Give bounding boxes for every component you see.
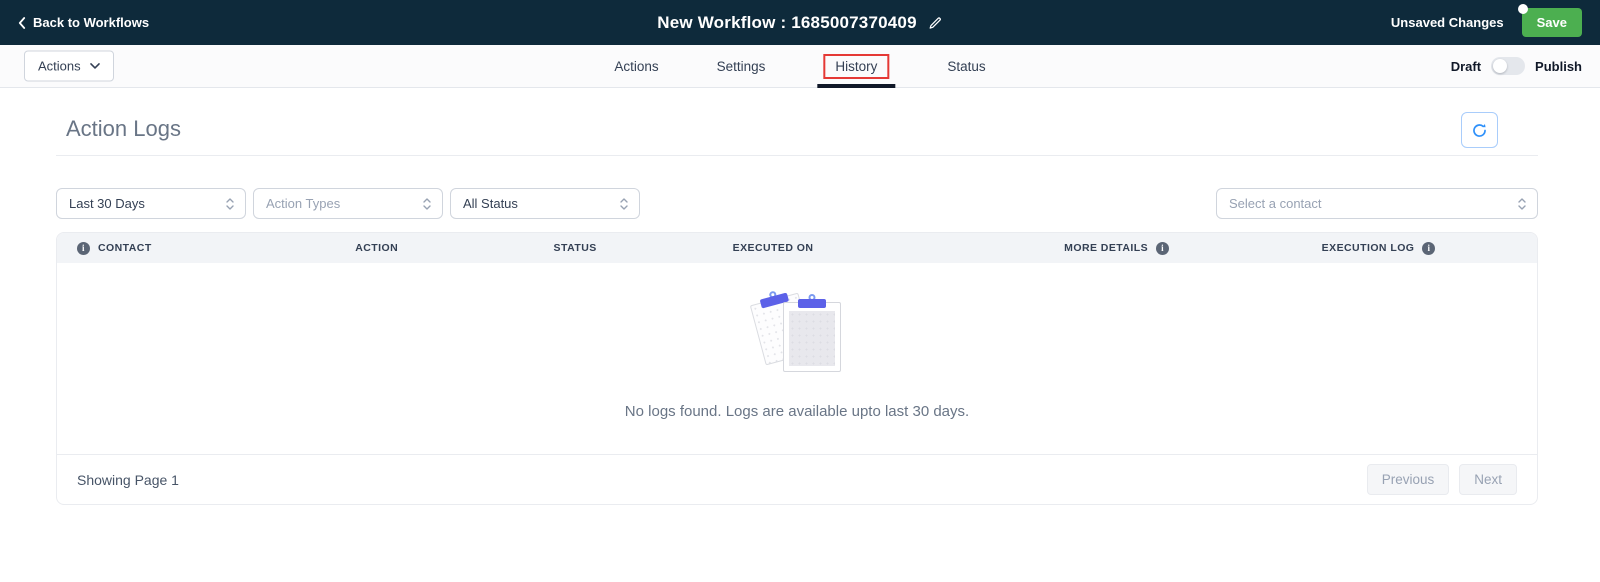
column-execution-log-label: EXECUTION LOG bbox=[1321, 242, 1415, 254]
column-executed-on: EXECUTED ON bbox=[713, 242, 1045, 254]
clipboard-pad bbox=[789, 311, 835, 366]
table-footer: Showing Page 1 Previous Next bbox=[57, 454, 1537, 504]
date-range-value: Last 30 Days bbox=[69, 196, 145, 211]
workflow-tabs: Actions Settings History Status bbox=[614, 45, 986, 88]
stepper-icon bbox=[423, 197, 431, 210]
empty-clipboards-illustration bbox=[747, 284, 847, 372]
draft-label: Draft bbox=[1450, 58, 1482, 74]
tab-actions[interactable]: Actions bbox=[614, 59, 658, 74]
heading-divider bbox=[56, 155, 1538, 156]
back-to-workflows-link[interactable]: Back to Workflows bbox=[18, 15, 149, 30]
pagination-buttons: Previous Next bbox=[1366, 464, 1517, 495]
unsaved-dot-indicator bbox=[1517, 4, 1528, 14]
column-execution-log: EXECUTION LOG bbox=[1302, 241, 1537, 255]
workflow-history-page: Back to Workflows New Workflow : 1685007… bbox=[0, 0, 1600, 582]
draft-publish-toggle[interactable] bbox=[1491, 57, 1526, 75]
column-status-label: STATUS bbox=[553, 242, 597, 254]
back-link-label: Back to Workflows bbox=[33, 15, 150, 30]
page-title: Action Logs bbox=[66, 116, 181, 141]
header-right-group: Unsaved Changes Save bbox=[1390, 4, 1582, 37]
tab-history[interactable]: History bbox=[823, 54, 890, 79]
info-icon[interactable] bbox=[1422, 241, 1436, 255]
showing-page-label: Showing Page 1 bbox=[77, 471, 179, 488]
edit-pencil-icon[interactable] bbox=[929, 16, 943, 30]
chevron-down-icon bbox=[89, 63, 100, 69]
publish-toggle-group: Draft Publish bbox=[1451, 57, 1582, 75]
publish-label: Publish bbox=[1535, 58, 1582, 74]
stepper-icon bbox=[620, 197, 628, 210]
column-action-label: ACTION bbox=[355, 242, 399, 254]
filters-group: Last 30 Days Action Types All Status bbox=[56, 188, 640, 219]
table-empty-body: No logs found. Logs are available upto l… bbox=[57, 263, 1537, 456]
top-header-bar: Back to Workflows New Workflow : 1685007… bbox=[0, 0, 1600, 45]
chevron-left-icon bbox=[18, 16, 26, 29]
column-contact-label: CONTACT bbox=[98, 242, 152, 254]
tab-toolbar: Actions Actions Settings History Status … bbox=[0, 45, 1600, 88]
active-tab-underline bbox=[817, 84, 896, 88]
action-logs-table: CONTACT ACTION STATUS EXECUTED ON MORE D… bbox=[56, 232, 1538, 505]
refresh-button[interactable] bbox=[1461, 112, 1498, 148]
workflow-title: New Workflow : 1685007370409 bbox=[657, 12, 917, 32]
contact-placeholder: Select a contact bbox=[1229, 196, 1322, 211]
column-more-details: MORE DETAILS bbox=[1044, 241, 1302, 255]
column-executed-on-label: EXECUTED ON bbox=[732, 242, 814, 254]
unsaved-changes-label: Unsaved Changes bbox=[1390, 15, 1504, 30]
status-value: All Status bbox=[463, 196, 518, 211]
previous-page-button[interactable]: Previous bbox=[1366, 464, 1450, 495]
actions-dropdown-button[interactable]: Actions bbox=[24, 50, 114, 82]
contact-select[interactable]: Select a contact bbox=[1216, 188, 1538, 219]
clipboard-clip bbox=[798, 299, 826, 308]
tab-history-wrap: History bbox=[817, 45, 896, 88]
column-status: STATUS bbox=[534, 242, 713, 254]
date-range-select[interactable]: Last 30 Days bbox=[56, 188, 246, 219]
column-action: ACTION bbox=[335, 242, 533, 254]
toggle-knob bbox=[1493, 59, 1508, 73]
table-header-row: CONTACT ACTION STATUS EXECUTED ON MORE D… bbox=[57, 233, 1537, 263]
stepper-icon bbox=[1518, 197, 1526, 210]
next-page-button[interactable]: Next bbox=[1459, 464, 1517, 495]
stepper-icon bbox=[226, 197, 234, 210]
column-more-details-label: MORE DETAILS bbox=[1064, 242, 1149, 254]
column-contact: CONTACT bbox=[57, 241, 335, 255]
action-types-select[interactable]: Action Types bbox=[253, 188, 443, 219]
save-button-label: Save bbox=[1536, 15, 1567, 30]
clipboard-front-icon bbox=[783, 294, 841, 372]
actions-dropdown-label: Actions bbox=[38, 58, 81, 74]
empty-state-message: No logs found. Logs are available upto l… bbox=[624, 403, 970, 420]
refresh-icon bbox=[1473, 123, 1486, 137]
workflow-title-wrap: New Workflow : 1685007370409 bbox=[657, 0, 942, 45]
info-icon[interactable] bbox=[77, 241, 90, 255]
status-select[interactable]: All Status bbox=[450, 188, 640, 219]
info-icon[interactable] bbox=[1156, 241, 1170, 255]
tab-status[interactable]: Status bbox=[947, 59, 985, 74]
save-button[interactable]: Save bbox=[1517, 4, 1582, 37]
action-types-placeholder: Action Types bbox=[266, 196, 341, 211]
tab-settings[interactable]: Settings bbox=[717, 59, 766, 74]
